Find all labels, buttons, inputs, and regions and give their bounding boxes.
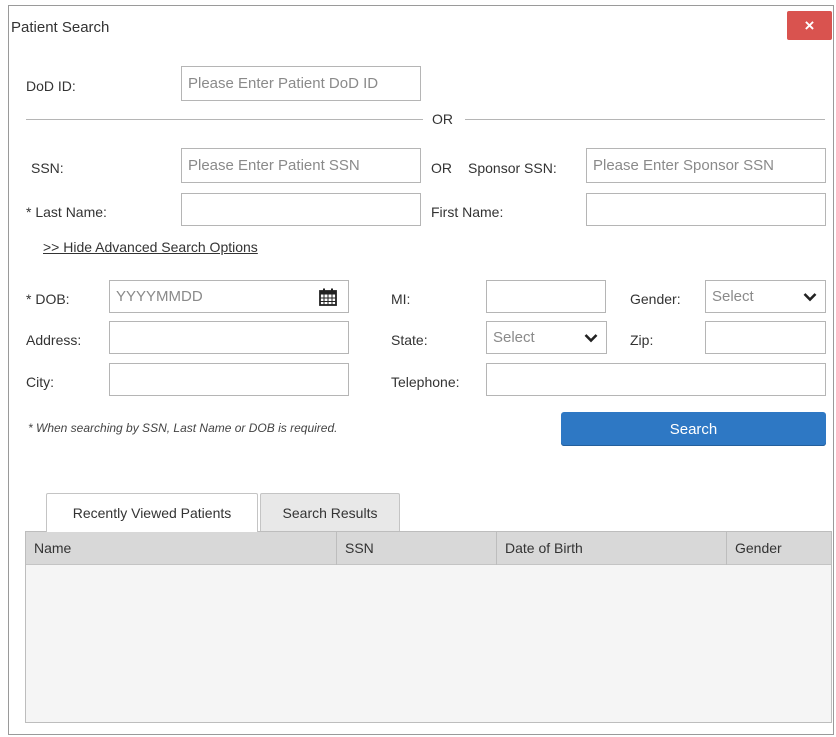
- dod-id-input[interactable]: [181, 66, 421, 101]
- or-divider-right: [465, 119, 825, 120]
- last-name-input[interactable]: [181, 193, 421, 226]
- column-header-ssn[interactable]: SSN: [336, 532, 496, 565]
- mi-input[interactable]: [486, 280, 606, 313]
- ssn-input[interactable]: [181, 148, 421, 183]
- sponsor-ssn-input[interactable]: [586, 148, 826, 183]
- search-button[interactable]: Search: [561, 412, 826, 446]
- address-input[interactable]: [109, 321, 349, 354]
- last-name-label: * Last Name:: [26, 204, 107, 220]
- column-header-date-of-birth[interactable]: Date of Birth: [496, 532, 726, 565]
- city-label: City:: [26, 374, 54, 390]
- dob-input[interactable]: [109, 280, 349, 313]
- close-button[interactable]: ×: [787, 11, 832, 40]
- state-select[interactable]: Select: [486, 321, 607, 354]
- state-label: State:: [391, 332, 428, 348]
- gender-select[interactable]: Select: [705, 280, 826, 313]
- chevron-down-icon: [795, 281, 825, 312]
- zip-label: Zip:: [630, 332, 654, 348]
- tab-label: Search Results: [282, 504, 378, 521]
- tab-search-results[interactable]: Search Results: [260, 493, 400, 531]
- column-header-name[interactable]: Name: [26, 532, 336, 565]
- dialog-title: Patient Search: [11, 19, 110, 36]
- first-name-input[interactable]: [586, 193, 826, 226]
- results-table: Name SSN Date of Birth Gender: [25, 531, 832, 723]
- tab-recently-viewed-patients[interactable]: Recently Viewed Patients: [46, 493, 258, 532]
- city-input[interactable]: [109, 363, 349, 396]
- gender-select-value: Select: [712, 288, 754, 305]
- calendar-icon[interactable]: [318, 287, 338, 307]
- state-select-value: Select: [493, 329, 535, 346]
- or-divider-label: OR: [432, 111, 453, 127]
- search-requirement-note: * When searching by SSN, Last Name or DO…: [28, 421, 338, 435]
- telephone-label: Telephone:: [391, 374, 460, 390]
- patient-search-dialog: Patient Search × DoD ID: OR SSN: OR Spon…: [8, 5, 834, 735]
- gender-label: Gender:: [630, 291, 681, 307]
- sponsor-ssn-label: Sponsor SSN:: [468, 160, 557, 176]
- ssn-label: SSN:: [31, 160, 64, 176]
- first-name-label: First Name:: [431, 204, 504, 220]
- address-label: Address:: [26, 332, 82, 348]
- column-header-gender[interactable]: Gender: [726, 532, 831, 565]
- hide-advanced-search-link[interactable]: >> Hide Advanced Search Options: [43, 239, 258, 255]
- tab-label: Recently Viewed Patients: [72, 505, 232, 521]
- mi-label: MI:: [391, 291, 411, 307]
- ssn-or-label: OR: [431, 160, 452, 176]
- chevron-down-icon: [576, 322, 606, 353]
- telephone-input[interactable]: [486, 363, 826, 396]
- zip-input[interactable]: [705, 321, 826, 354]
- dod-id-label: DoD ID:: [26, 78, 76, 94]
- or-divider-left: [26, 119, 423, 120]
- dob-label: * DOB:: [26, 291, 70, 307]
- close-icon: ×: [804, 15, 815, 35]
- table-header: Name SSN Date of Birth Gender: [26, 532, 831, 565]
